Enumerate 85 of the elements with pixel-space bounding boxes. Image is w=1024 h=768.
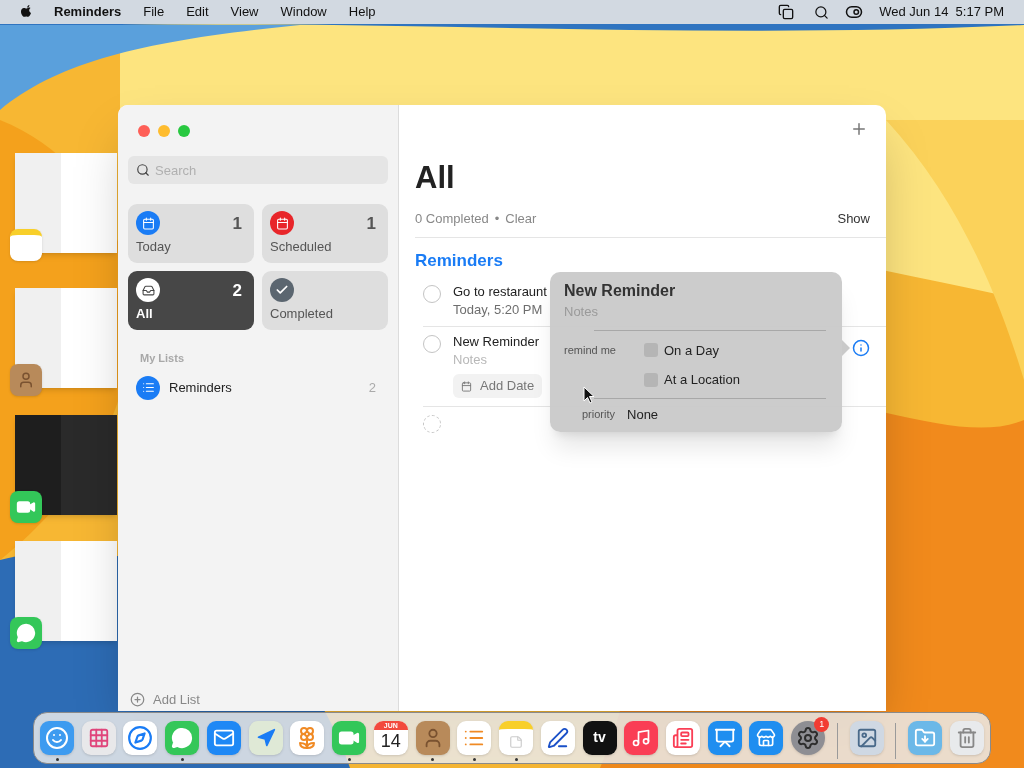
window-thumbnail[interactable] — [15, 153, 117, 253]
tile-count: 2 — [232, 280, 242, 302]
menu-item[interactable]: File — [143, 2, 165, 22]
apple-logo-icon[interactable] — [20, 4, 34, 20]
tile-count: 1 — [232, 213, 242, 235]
list-name: Reminders — [169, 378, 233, 397]
priority-value[interactable]: None — [627, 404, 659, 424]
menu-item[interactable]: Help — [348, 2, 376, 22]
flower-app-icon[interactable] — [290, 720, 325, 755]
show-button[interactable]: Show — [837, 209, 870, 229]
tv-app-button[interactable]: tv — [582, 720, 617, 755]
contacts-app-icon[interactable] — [415, 720, 450, 755]
control-center-icon[interactable] — [845, 3, 864, 21]
list-app-icon[interactable] — [457, 720, 492, 755]
tile-label: Scheduled — [270, 237, 333, 256]
smart-list-tile[interactable]: 1 Today — [128, 204, 254, 263]
mail-app-icon[interactable] — [206, 720, 241, 755]
checkmark-icon — [270, 278, 294, 302]
search-icon — [136, 163, 150, 177]
add-date-button[interactable]: Add Date — [453, 374, 543, 398]
notes-app-icon[interactable] — [10, 229, 42, 261]
image-app-icon[interactable] — [849, 720, 884, 755]
tile-count: 1 — [366, 213, 376, 235]
app-menu[interactable]: Reminders — [54, 2, 122, 22]
window-thumbnail[interactable] — [15, 288, 117, 388]
search-icon[interactable] — [814, 4, 830, 20]
close-button[interactable] — [138, 125, 150, 137]
checkbox-label: At a Location — [664, 371, 740, 389]
trash-icon[interactable] — [949, 720, 984, 755]
completed-count: 0 Completed — [415, 210, 489, 228]
calendar-day: 14 — [380, 729, 401, 752]
add-icon[interactable] — [850, 120, 868, 138]
smart-list-tile[interactable]: Completed — [262, 271, 388, 330]
gear-app-icon[interactable]: 1 — [791, 720, 826, 755]
menu-item[interactable]: View — [230, 2, 259, 22]
messages-app-icon[interactable] — [10, 617, 42, 649]
list-count: 2 — [368, 378, 376, 397]
stage-manager-icon[interactable] — [778, 4, 795, 20]
plus-icon — [130, 691, 145, 707]
zoom-button[interactable] — [178, 125, 190, 137]
menu-item[interactable]: Window — [280, 2, 327, 22]
clear-button[interactable]: Clear — [505, 209, 537, 229]
field-label: remind me — [564, 342, 617, 358]
field-label: priority — [582, 407, 615, 422]
calendar-icon — [270, 211, 294, 235]
grid-app-icon[interactable] — [81, 720, 116, 755]
popover-title[interactable]: New Reminder — [564, 280, 826, 302]
compass-app-icon[interactable] — [123, 720, 158, 755]
tile-label: Today — [136, 237, 172, 256]
minimize-button[interactable] — [158, 125, 170, 137]
store-app-icon[interactable] — [749, 720, 784, 755]
video-camera-app-icon[interactable] — [10, 491, 42, 523]
smart-list-tile[interactable]: 2 All — [128, 271, 254, 330]
notes-app-icon[interactable] — [499, 720, 534, 755]
calendar-icon — [136, 211, 160, 235]
smart-list-tile[interactable]: 1 Scheduled — [262, 204, 388, 263]
window-thumbnail[interactable] — [15, 415, 117, 515]
notification-badge: 1 — [814, 716, 830, 732]
reminder-due-date: Today, 5:20 PM — [453, 301, 543, 318]
checkbox-label: On a Day — [664, 341, 719, 360]
menu-bar-clock[interactable]: Wed Jun 14 5:17 PM — [879, 2, 1004, 22]
contacts-app-icon[interactable] — [10, 364, 42, 396]
pointer-icon — [583, 386, 595, 404]
pen-scribble-app-icon[interactable] — [540, 720, 575, 755]
downloads-folder-icon[interactable] — [908, 720, 943, 755]
menu-item[interactable]: Edit — [186, 2, 209, 22]
tile-label: Completed — [270, 304, 334, 323]
smiling-face-app-icon[interactable] — [40, 720, 74, 755]
tile-label: All — [136, 304, 154, 323]
section-heading: My Lists — [140, 351, 185, 366]
reminder-title[interactable]: Go to restaraunt — [453, 283, 547, 301]
info-icon[interactable] — [852, 339, 870, 357]
calendar-icon — [461, 380, 472, 392]
presentation-app-icon[interactable] — [707, 720, 742, 755]
inbox-icon — [136, 278, 160, 302]
list-row[interactable]: Reminders 2 — [136, 374, 388, 401]
reminder-title[interactable]: New Reminder — [453, 333, 539, 351]
music-note-app-icon[interactable] — [624, 720, 659, 755]
newspaper-app-icon[interactable] — [666, 720, 700, 755]
video-camera-app-icon[interactable] — [332, 720, 367, 755]
window-thumbnail[interactable] — [15, 541, 117, 641]
group-heading: Reminders — [415, 249, 504, 272]
separator-dot: • — [494, 210, 500, 228]
navigation-arrow-app-icon[interactable] — [248, 720, 283, 755]
page-title: All — [415, 159, 456, 197]
